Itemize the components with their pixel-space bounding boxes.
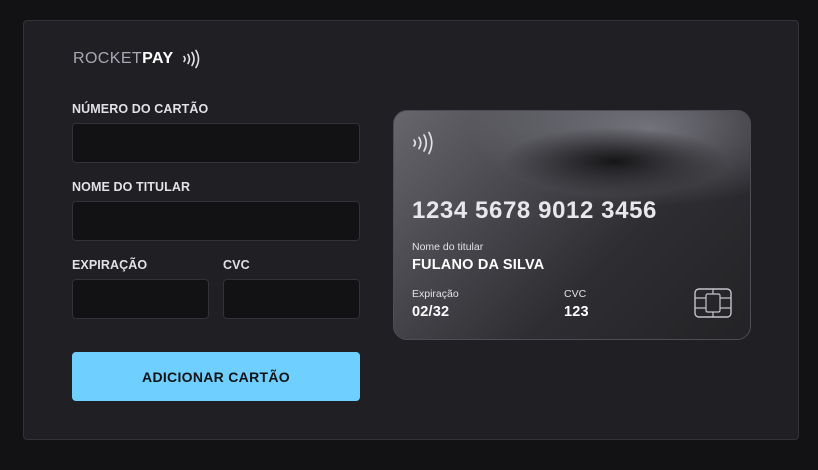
cvc-caption: CVC [564, 288, 587, 300]
holder-name-label: NOME DO TITULAR [72, 180, 191, 194]
credit-card-preview: 1234 5678 9012 3456 Nome do titular FULA… [393, 110, 751, 340]
card-number-display: 1234 5678 9012 3456 [412, 197, 657, 224]
brand-logo: ROCKET PAY [73, 48, 200, 70]
card-number-input[interactable] [72, 123, 360, 163]
expiration-display: 02/32 [412, 304, 450, 320]
add-card-button[interactable]: ADICIONAR CARTÃO [72, 352, 360, 401]
cvc-input[interactable] [223, 279, 360, 319]
expiration-caption: Expiração [412, 288, 459, 300]
expiration-label: EXPIRAÇÃO [72, 258, 148, 272]
holder-name-input[interactable] [72, 201, 360, 241]
contactless-icon [182, 49, 200, 69]
chip-icon [694, 288, 732, 323]
holder-caption: Nome do titular [412, 241, 484, 253]
contactless-icon [412, 131, 434, 160]
cvc-display: 123 [564, 304, 589, 320]
brand-name-pay: PAY [142, 50, 174, 67]
expiration-input[interactable] [72, 279, 209, 319]
holder-name-display: FULANO DA SILVA [412, 257, 545, 273]
brand-name-rocket: ROCKET [73, 50, 143, 67]
card-number-label: NÚMERO DO CARTÃO [72, 102, 209, 116]
cvc-label: CVC [223, 258, 250, 272]
